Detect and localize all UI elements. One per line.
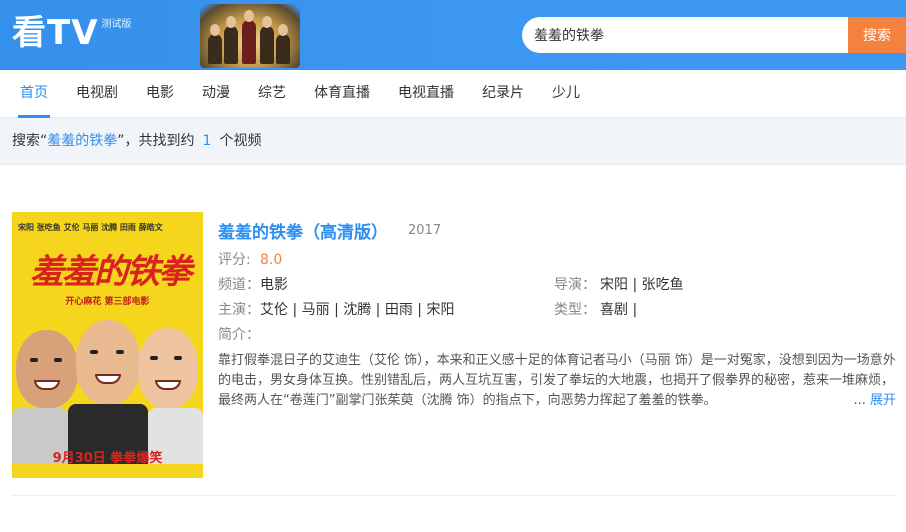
top-bar: 看TV 测试版 搜索	[0, 0, 906, 70]
promo-banner-image[interactable]	[200, 4, 300, 68]
rating-label: 评分:	[218, 252, 251, 268]
summary-prefix: 搜索“	[12, 133, 48, 149]
channel-director-row: 频道： 电影 导演： 宋阳 | 张吃鱼	[218, 273, 896, 298]
movie-poster[interactable]: 宋阳 张吃鱼 艾伦 马丽 沈腾 田雨 薛皓文 羞羞的铁拳 开心麻花 第三部电影 …	[12, 212, 203, 478]
cast-genre-row: 主演： 艾伦 | 马丽 | 沈腾 | 田雨 | 宋阳 类型： 喜剧 |	[218, 298, 896, 323]
channel-label: 频道：	[218, 277, 260, 293]
nav-item-movies[interactable]: 电影	[138, 70, 182, 117]
main-nav: 首页 电视剧 电影 动漫 综艺 体育直播 电视直播 纪录片 少儿	[0, 70, 906, 118]
search-input[interactable]	[522, 17, 848, 53]
logo-beta-tag: 测试版	[101, 19, 132, 30]
result-info: 羞羞的铁拳（高清版） 2017 评分: 8.0 频道： 电影 导演： 宋阳 | …	[218, 212, 896, 411]
title-row: 羞羞的铁拳（高清版） 2017	[218, 212, 896, 248]
synopsis-text: 靠打假拳混日子的艾迪生（艾伦 饰），本来和正义感十足的体育记者马小（马丽 饰）是…	[218, 351, 896, 411]
cast-value[interactable]: 艾伦 | 马丽 | 沈腾 | 田雨 | 宋阳	[260, 298, 454, 323]
summary-keyword: 羞羞的铁拳	[47, 133, 118, 149]
rating-value: 8.0	[260, 252, 283, 268]
director-value[interactable]: 宋阳 | 张吃鱼	[600, 273, 684, 298]
synopsis-body: 靠打假拳混日子的艾迪生（艾伦 饰），本来和正义感十足的体育记者马小（马丽 饰）是…	[218, 353, 896, 408]
summary-suffix: 个视频	[219, 133, 262, 149]
search-bar: 搜索	[522, 17, 906, 53]
nav-item-documentary[interactable]: 纪录片	[474, 70, 532, 117]
site-logo[interactable]: 看TV 测试版	[12, 14, 132, 52]
nav-item-sports-live[interactable]: 体育直播	[306, 70, 378, 117]
nav-item-home[interactable]: 首页	[12, 70, 56, 118]
genre-label: 类型：	[554, 302, 596, 318]
search-summary: 搜索“羞羞的铁拳”，共找到约 1 个视频	[0, 118, 906, 165]
rating-row: 评分: 8.0	[218, 248, 896, 273]
summary-middle: ”，共找到约	[117, 133, 195, 149]
result-title-link[interactable]: 羞羞的铁拳（高清版）	[218, 218, 388, 243]
poster-release-date: 9月30日 拳拳爆笑	[52, 451, 163, 466]
search-result-item: 宋阳 张吃鱼 艾伦 马丽 沈腾 田雨 薛皓文 羞羞的铁拳 开心麻花 第三部电影 …	[12, 212, 896, 496]
synopsis-label: 简介：	[218, 327, 260, 343]
logo-text: 看TV	[12, 13, 99, 53]
nav-item-kids[interactable]: 少儿	[544, 70, 588, 117]
poster-subtitle: 开心麻花 第三部电影	[65, 297, 150, 307]
nav-item-anime[interactable]: 动漫	[194, 70, 238, 117]
nav-item-tv-series[interactable]: 电视剧	[68, 70, 126, 117]
synopsis-more: ... 展开	[849, 391, 896, 411]
search-button[interactable]: 搜索	[848, 17, 906, 53]
genre-value[interactable]: 喜剧 |	[600, 298, 637, 323]
synopsis-label-row: 简介：	[218, 323, 896, 348]
poster-title: 羞羞的铁拳	[30, 252, 192, 292]
nav-item-tv-live[interactable]: 电视直播	[390, 70, 462, 117]
poster-cast-text: 宋阳 张吃鱼 艾伦 马丽 沈腾 田雨 薛皓文	[18, 223, 163, 232]
summary-count: 1	[202, 133, 212, 149]
expand-link[interactable]: 展开	[870, 393, 896, 408]
channel-value[interactable]: 电影	[260, 273, 288, 298]
director-label: 导演：	[554, 277, 596, 293]
result-year: 2017	[408, 222, 442, 238]
nav-item-variety[interactable]: 综艺	[250, 70, 294, 117]
synopsis-ellipsis: ...	[853, 393, 866, 408]
cast-label: 主演：	[218, 302, 260, 318]
